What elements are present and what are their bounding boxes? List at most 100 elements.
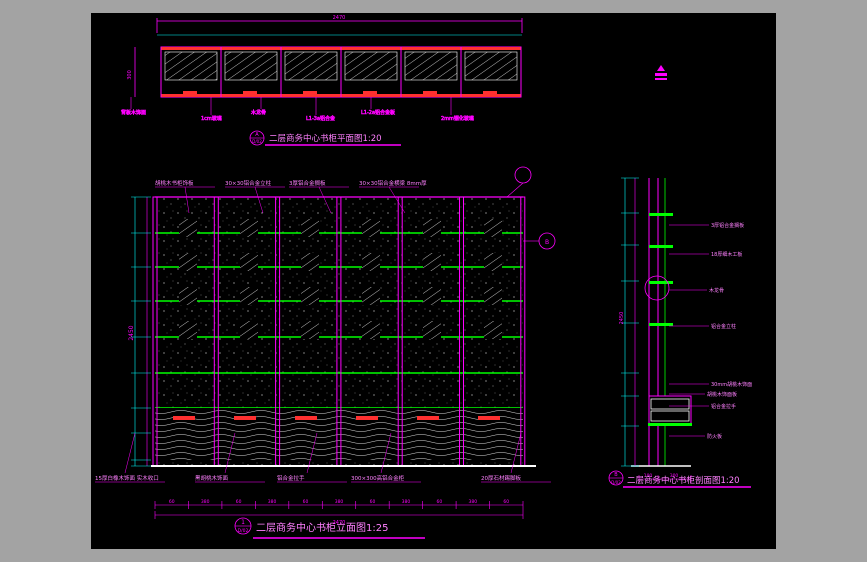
elevation-index-sheet: D/02	[238, 528, 249, 534]
section-shelf	[649, 323, 673, 326]
module-width-3: 380	[268, 499, 277, 505]
plan-label-3: L1-3a铝合金	[306, 115, 335, 122]
plan-left-dimension: 300	[127, 70, 133, 80]
plan-index-sheet: D/02	[252, 139, 262, 144]
book-pattern	[484, 219, 502, 237]
section-label-0: 3厚铝合金搁板	[711, 222, 744, 229]
plan-label-4: L1-2a铝合金板	[361, 109, 395, 116]
book-pattern	[301, 287, 319, 305]
plan-handle	[243, 91, 257, 96]
section-label-1: 18厚细木工板	[711, 251, 742, 258]
plan-top-dimension: 2470	[333, 15, 346, 21]
book-pattern	[423, 321, 441, 339]
elevation-bottom-label-1: 黑胡桃木饰面	[195, 474, 229, 482]
book-pattern	[484, 253, 502, 271]
section-drawer	[648, 395, 692, 425]
drawer-handle	[478, 416, 500, 420]
section-shelf	[649, 213, 673, 216]
lower-cabinet-wood	[155, 408, 523, 460]
elevation-top-label-0: 胡桃木书柜饰板	[155, 179, 194, 187]
module-width-6: 60	[370, 499, 376, 505]
plan-label-1: 1cm玻璃	[201, 115, 222, 122]
section-label-5: 胡桃木饰面板	[707, 391, 737, 398]
book-pattern	[240, 287, 258, 305]
elevation-top-label-2: 3厚铝合金搁板	[289, 179, 326, 187]
section-view: 2450 3厚铝合金搁板 18厚细木工板木龙骨铝合金立柱 30mm胡桃木饰面胡桃木饰…	[608, 177, 752, 488]
section-label-3: 铝合金立柱	[711, 323, 736, 330]
plan-glass-panel	[404, 51, 458, 81]
elevation-bottom-label-4: 20厚石材踢脚板	[481, 474, 521, 482]
drawing-sheet: 2470 300 背板木饰面 1cm玻璃 木龙骨 L1-3a铝合金 L1-2a铝合金板 2…	[91, 13, 776, 549]
section-shelf	[649, 281, 673, 284]
leader-line	[124, 432, 136, 474]
section-index-number: B	[614, 472, 618, 478]
book-pattern	[240, 219, 258, 237]
detail-callout-symbol	[514, 166, 532, 184]
book-pattern	[179, 219, 197, 237]
book-pattern	[179, 253, 197, 271]
book-pattern	[423, 253, 441, 271]
plan-handle	[423, 91, 437, 96]
section-label-6: 铝合金拉手	[711, 403, 736, 410]
book-pattern	[362, 253, 380, 271]
plan-label-0: 背板木饰面	[121, 109, 146, 116]
elevation-index-number: 1	[241, 519, 245, 526]
module-width-7: 380	[402, 499, 411, 505]
drawer-handle	[417, 416, 439, 420]
drawer-handle	[356, 416, 378, 420]
module-width-5: 380	[335, 499, 344, 505]
module-width-9: 380	[469, 499, 478, 505]
module-width-4: 60	[303, 499, 309, 505]
elevation-top-label-3: 30×30铝合金横梁 8mm厚	[359, 179, 427, 187]
plan-glass-panel	[464, 51, 518, 81]
module-width-2: 60	[236, 499, 242, 505]
plan-glass-panel	[224, 51, 278, 81]
section-label-2: 木龙骨	[709, 287, 724, 294]
orientation-symbol	[655, 65, 667, 80]
section-shelf	[649, 245, 673, 248]
section-left-dimension: 2450	[619, 312, 625, 325]
plan-handle	[483, 91, 497, 96]
book-pattern	[240, 321, 258, 339]
book-pattern	[423, 287, 441, 305]
plan-label-2: 木龙骨	[251, 109, 266, 116]
drawer-handle	[173, 416, 195, 420]
plan-index-number: A	[255, 132, 259, 138]
elevation-bottom-label-2: 铝合金拉手	[277, 474, 305, 482]
book-pattern	[484, 321, 502, 339]
book-pattern	[362, 321, 380, 339]
section-title: 二层商务中心书柜剖面图1:20	[627, 475, 740, 486]
book-pattern	[301, 321, 319, 339]
book-pattern	[362, 287, 380, 305]
book-pattern	[423, 219, 441, 237]
drawer-handle	[295, 416, 317, 420]
plan-handle	[183, 91, 197, 96]
drawer-handle	[234, 416, 256, 420]
book-pattern	[240, 253, 258, 271]
plan-view: 2470 300 背板木饰面 1cm玻璃 木龙骨 L1-3a铝合金 L1-2a铝合金板 2…	[121, 15, 523, 146]
plan-glass-panel	[284, 51, 338, 81]
plan-handle	[303, 91, 317, 96]
plan-glass-panel	[164, 51, 218, 81]
book-pattern	[301, 219, 319, 237]
elevation-left-dimension: 2450	[128, 325, 135, 340]
elevation-top-label-1: 30×30铝合金立柱	[225, 179, 272, 187]
plan-title: 二层商务中心书柜平面图1:20	[269, 133, 382, 144]
book-pattern	[179, 287, 197, 305]
book-pattern	[362, 219, 380, 237]
book-pattern	[179, 321, 197, 339]
elevation-bottom-label-3: 300×300高铝合金柜	[351, 474, 405, 482]
plan-glass-panel	[344, 51, 398, 81]
module-width-10: 60	[503, 499, 509, 505]
section-label-7: 防火板	[707, 433, 722, 440]
cad-drawing-canvas: 2470 300 背板木饰面1cm玻璃木龙骨L1-3a铝合金L1-2a铝合金板2…	[95, 15, 752, 539]
book-pattern	[301, 253, 319, 271]
section-callout-label: B	[545, 239, 549, 246]
module-width-8: 60	[436, 499, 442, 505]
elevation-view: 2450 胡桃木书柜饰板 30×30铝合金立柱 3厚铝合金搁板 30×30铝合金横梁 …	[95, 166, 556, 539]
book-pattern	[484, 287, 502, 305]
elevation-title: 二层商务中心书柜立面图1:25	[256, 521, 388, 534]
module-width-0: 60	[169, 499, 175, 505]
module-width-1: 380	[201, 499, 210, 505]
section-index-sheet: D/02	[611, 480, 621, 485]
